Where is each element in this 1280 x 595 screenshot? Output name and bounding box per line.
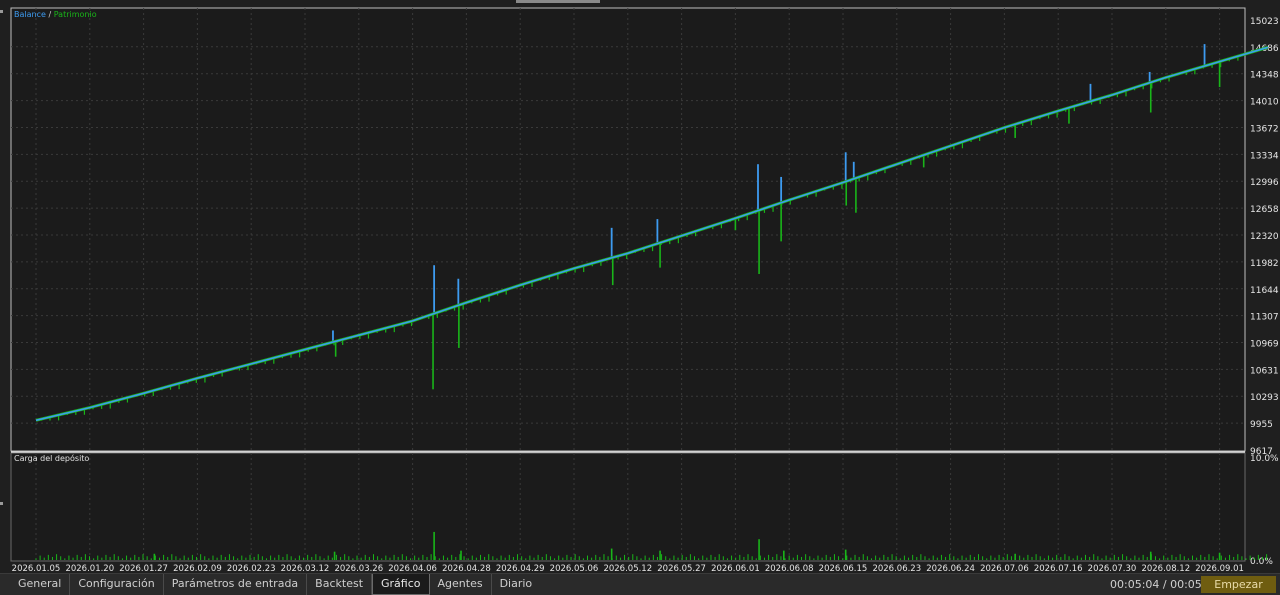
y-tick-label: 14010 [1250, 98, 1279, 108]
x-tick-label: 2026.01.27 [119, 564, 168, 573]
y-tick-label: 11307 [1250, 313, 1279, 323]
tab-agentes[interactable]: Agentes [430, 574, 492, 595]
start-button[interactable]: Empezar [1201, 576, 1276, 593]
tab-backtest[interactable]: Backtest [307, 574, 373, 595]
y-tick-label: 12320 [1250, 232, 1279, 242]
chart-legend: Balance / Patrimonio [14, 10, 97, 19]
x-tick-label: 2026.03.26 [334, 564, 383, 573]
splitter-handle[interactable] [516, 0, 600, 3]
y-tick-label: 10631 [1250, 366, 1279, 376]
tester-chart-area: 15023 14686 14348 14010 13672 13334 12996 12658… [0, 0, 1280, 573]
tab-grafico[interactable]: Gráfico [372, 574, 430, 595]
window-edge-mark [0, 502, 3, 505]
y-tick-label: 10969 [1250, 339, 1279, 349]
tab-configuracion[interactable]: Configuración [70, 574, 164, 595]
x-tick-label: 2026.03.12 [281, 564, 330, 573]
deposit-load-title: Carga del depósito [14, 454, 90, 463]
tab-diario[interactable]: Diario [492, 574, 541, 595]
tester-tabs: General Configuración Parámetros de entr… [10, 574, 540, 595]
y-tick-label: 15023 [1250, 17, 1279, 27]
x-tick-label: 2026.07.06 [980, 564, 1029, 573]
tab-parametros-entrada[interactable]: Parámetros de entrada [164, 574, 308, 595]
y-tick-label: 14348 [1250, 71, 1279, 81]
x-tick-label: 2026.07.30 [1088, 564, 1137, 573]
x-tick-label: 2026.08.12 [1141, 564, 1190, 573]
tester-bottom-bar: General Configuración Parámetros de entr… [0, 573, 1280, 595]
x-tick-label: 2026.06.08 [765, 564, 814, 573]
legend-separator: / [48, 10, 52, 19]
x-tick-label: 2026.07.16 [1034, 564, 1083, 573]
x-tick-label: 2026.04.29 [496, 564, 545, 573]
x-tick-label: 2026.02.23 [227, 564, 276, 573]
x-tick-label: 2026.01.20 [65, 564, 114, 573]
y-tick-label: 12658 [1250, 205, 1279, 215]
x-tick-label: 2026.01.05 [12, 564, 61, 573]
y-tick-label: 12996 [1250, 178, 1279, 188]
y-tick-label: 11982 [1250, 259, 1279, 269]
x-tick-label: 2026.09.01 [1195, 564, 1244, 573]
x-tick-label: 2026.04.28 [442, 564, 491, 573]
y-tick-label: 10293 [1250, 393, 1279, 403]
x-tick-label: 2026.06.15 [819, 564, 868, 573]
legend-equity: Patrimonio [53, 10, 97, 19]
window-edge-mark [0, 10, 3, 13]
x-tick-label: 2026.06.23 [872, 564, 921, 573]
y-tick-label: 13334 [1250, 151, 1279, 161]
tab-general[interactable]: General [10, 574, 71, 595]
x-tick-label: 2026.02.09 [173, 564, 222, 573]
x-tick-label: 2026.05.12 [603, 564, 652, 573]
y-tick-label: 9955 [1250, 420, 1273, 430]
x-tick-label: 2026.05.27 [657, 564, 706, 573]
load-y-tick-label: 10.0% [1250, 454, 1279, 464]
load-y-tick-label: 0.0% [1250, 557, 1273, 567]
x-tick-label: 2026.06.24 [926, 564, 975, 573]
x-tick-label: 2026.05.06 [550, 564, 599, 573]
x-tick-label: 2026.06.01 [711, 564, 760, 573]
x-tick-label: 2026.04.06 [388, 564, 437, 573]
balance-equity-chart: 1502314686143481401013672133341299612658… [10, 7, 1279, 573]
legend-balance: Balance [14, 10, 46, 19]
y-tick-label: 13672 [1250, 124, 1279, 134]
y-tick-label: 11644 [1250, 286, 1279, 296]
